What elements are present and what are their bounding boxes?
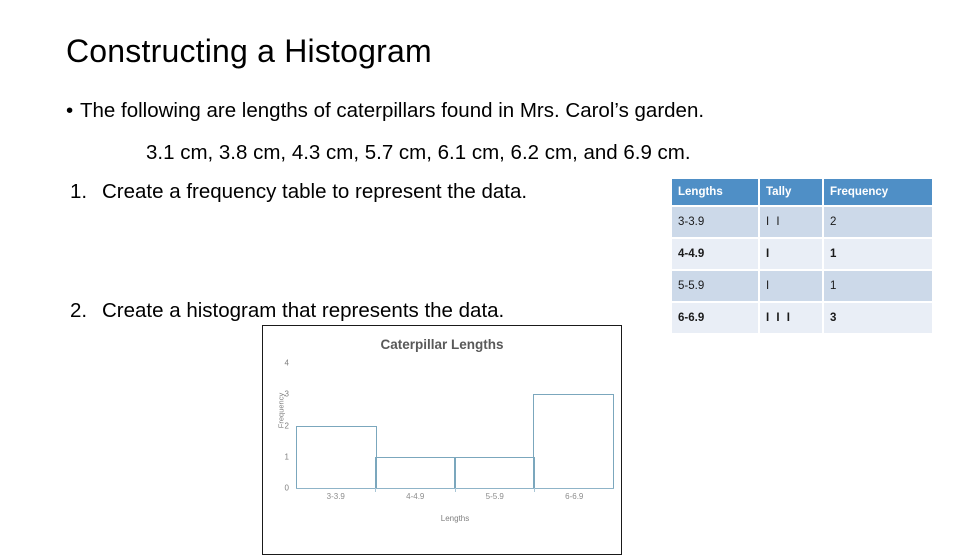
- step-item-1: 1. Create a frequency table to represent …: [70, 180, 527, 204]
- table-row: 6-6.9 I I I 3: [672, 302, 932, 335]
- frequency-table-header: Lengths Tally Frequency: [672, 179, 932, 207]
- cell-lengths: 4-4.9: [672, 238, 760, 271]
- step-2-number: 2.: [70, 299, 88, 322]
- cell-lengths: 5-5.9: [672, 270, 760, 303]
- y-tick-2: 2: [284, 421, 289, 430]
- x-tick-3-3.9: 3-3.9: [326, 492, 345, 501]
- bar-5-5.9: [454, 456, 535, 488]
- data-values-text: 3.1 cm, 3.8 cm, 4.3 cm, 5.7 cm, 6.1 cm, …: [146, 141, 691, 164]
- cell-frequency: 1: [823, 238, 932, 271]
- bullet-text: The following are lengths of caterpillar…: [80, 99, 705, 122]
- cell-lengths: 3-3.9: [672, 206, 760, 239]
- x-axis-ticks: 3-3.9 4-4.9 5-5.9 6-6.9: [296, 492, 614, 501]
- cell-tally: I: [759, 238, 824, 271]
- cell-frequency: 1: [823, 270, 932, 303]
- cell-frequency: 2: [823, 206, 932, 239]
- cell-tally: I: [759, 270, 824, 303]
- step-2-text: Create a histogram that represents the d…: [102, 299, 505, 322]
- cell-tally: I I: [759, 206, 824, 239]
- column-header-tally: Tally: [759, 179, 824, 207]
- table-row: 3-3.9 I I 2: [672, 206, 932, 239]
- x-axis-title: Lengths: [440, 514, 470, 523]
- y-tick-1: 1: [284, 452, 289, 462]
- bar-series: [296, 363, 614, 488]
- y-tick-4: 4: [284, 358, 289, 368]
- x-tick-5-5.9: 5-5.9: [485, 492, 504, 501]
- y-tick-3: 3: [284, 389, 289, 399]
- frequency-table-body: 3-3.9 I I 2 4-4.9 I 1 5-5.9 I 1 6-6.9 I …: [672, 206, 932, 335]
- table-row: 5-5.9 I 1: [672, 270, 932, 303]
- cell-frequency: 3: [823, 302, 932, 335]
- step-1-text: Create a frequency table to represent th…: [102, 180, 528, 203]
- bar-4-4.9: [375, 456, 456, 488]
- bullet-marker: •: [66, 99, 74, 122]
- chart-title: Caterpillar Lengths: [380, 337, 504, 352]
- page-title: Constructing a Histogram: [66, 33, 432, 69]
- histogram-chart: Caterpillar Lengths Frequency 43210 3-3.…: [262, 325, 622, 555]
- bar-6-6.9: [533, 394, 614, 488]
- y-tick-0: 0: [284, 483, 289, 493]
- x-tick-6-6.9: 6-6.9: [565, 492, 584, 501]
- bullet-line: • The following are lengths of caterpilla…: [66, 99, 704, 123]
- column-header-frequency: Frequency: [823, 179, 932, 207]
- cell-tally: I I I: [759, 302, 824, 335]
- bar-3-3.9: [296, 425, 377, 488]
- step-1-number: 1.: [70, 180, 88, 203]
- y-axis-ticks: 4 3 2 1 0: [275, 359, 289, 493]
- table-header-row: Lengths Tally Frequency: [672, 179, 932, 207]
- cell-lengths: 6-6.9: [672, 302, 760, 335]
- column-header-lengths: Lengths: [672, 179, 760, 207]
- frequency-table: Lengths Tally Frequency 3-3.9 I I 2 4-4.…: [672, 179, 932, 335]
- step-item-2: 2. Create a histogram that represents the…: [70, 299, 504, 323]
- x-tick-4-4.9: 4-4.9: [406, 492, 425, 501]
- plot-area: [296, 363, 614, 489]
- table-row: 4-4.9 I 1: [672, 238, 932, 271]
